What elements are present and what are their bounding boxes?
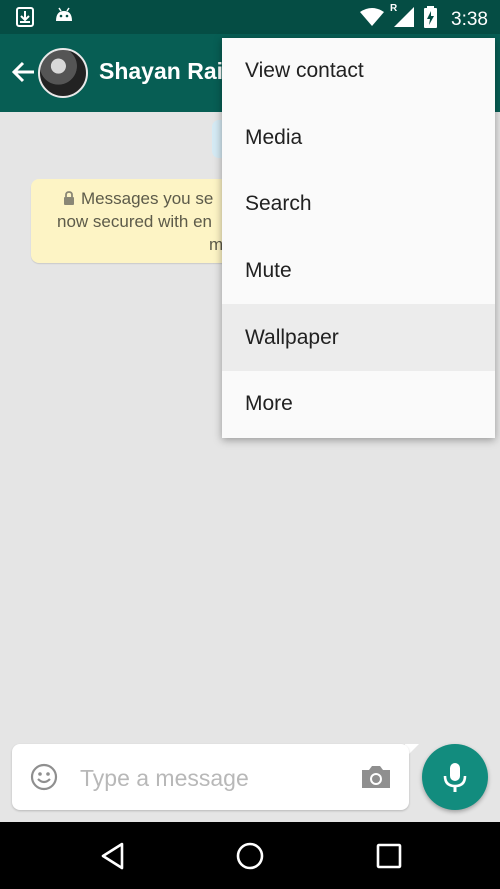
- contact-name[interactable]: Shayan Rai: [99, 58, 223, 85]
- menu-item-more[interactable]: More: [222, 371, 495, 438]
- message-composer: [12, 744, 409, 810]
- battery-charging-icon: [424, 6, 438, 33]
- menu-item-label: View contact: [245, 59, 364, 83]
- menu-item-label: More: [245, 392, 293, 416]
- menu-item-search[interactable]: Search: [222, 171, 495, 238]
- avatar[interactable]: [38, 48, 88, 98]
- menu-item-mute[interactable]: Mute: [222, 238, 495, 305]
- home-nav-icon[interactable]: [235, 841, 265, 871]
- wifi-icon: [360, 7, 385, 32]
- menu-item-label: Wallpaper: [245, 325, 339, 349]
- mic-icon: [443, 763, 467, 792]
- status-bar: R 3:38: [0, 0, 500, 34]
- mic-button[interactable]: [422, 744, 488, 810]
- security-notice[interactable]: Messages you se now secured with en m: [31, 179, 231, 263]
- emoji-icon[interactable]: [30, 763, 58, 791]
- menu-item-media[interactable]: Media: [222, 105, 495, 172]
- menu-item-label: Media: [245, 125, 303, 149]
- recents-nav-icon[interactable]: [374, 841, 404, 871]
- menu-item-wallpaper[interactable]: Wallpaper: [222, 304, 495, 371]
- menu-item-view-contact[interactable]: View contact: [222, 38, 495, 105]
- download-icon: [16, 7, 34, 32]
- security-notice-line2: now secured with en: [57, 212, 212, 231]
- menu-item-label: Search: [245, 192, 312, 216]
- back-nav-icon[interactable]: [98, 841, 128, 871]
- camera-icon[interactable]: [360, 764, 392, 790]
- lock-icon: [64, 191, 74, 205]
- android-icon: [54, 7, 74, 32]
- system-nav-bar: [0, 822, 500, 889]
- status-time: 3:38: [451, 8, 488, 30]
- roaming-label: R: [390, 3, 398, 14]
- overflow-menu: View contact Media Search Mute Wallpaper…: [222, 38, 495, 438]
- menu-item-label: Mute: [245, 259, 292, 283]
- security-notice-line1: Messages you se: [81, 189, 214, 208]
- signal-icon: R: [390, 3, 415, 32]
- message-input[interactable]: [78, 758, 352, 798]
- back-arrow-icon[interactable]: [10, 58, 38, 86]
